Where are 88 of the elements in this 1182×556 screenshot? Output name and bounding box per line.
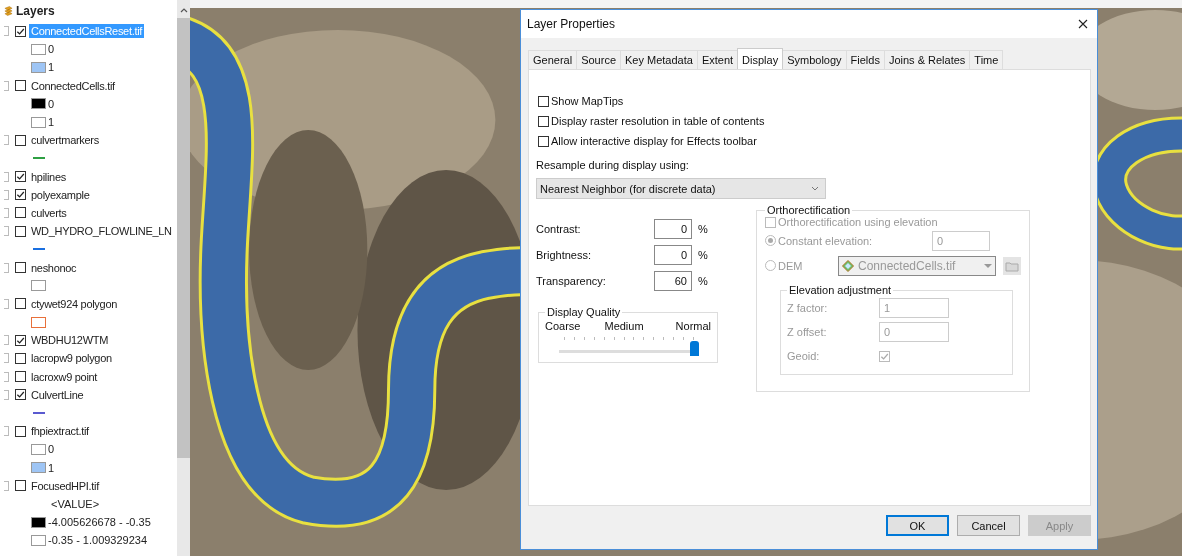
field-label: Geoid:: [787, 350, 821, 362]
percent-field[interactable]: 60: [654, 271, 692, 291]
window-title: Layer Properties: [527, 17, 616, 31]
layer-checkbox[interactable]: [15, 352, 26, 364]
layer-checkbox[interactable]: [15, 334, 26, 346]
panel-title: Layers: [16, 4, 55, 18]
layer-checkbox[interactable]: [15, 171, 26, 183]
option-checkbox[interactable]: [538, 115, 549, 127]
dialog-button[interactable]: Cancel: [957, 515, 1020, 536]
unit-label: %: [698, 249, 708, 261]
resample-label: Resample during display using:: [536, 159, 690, 171]
geoid-checkbox[interactable]: [879, 350, 890, 362]
group-title: Elevation adjustment: [788, 284, 893, 296]
layer-checkbox[interactable]: [15, 389, 26, 401]
layer-name[interactable]: lacroxw9 point: [29, 369, 100, 384]
field-label: Z offset:: [787, 326, 828, 338]
quality-label: Coarse: [545, 320, 581, 332]
close-icon[interactable]: [1078, 19, 1088, 29]
option-label: Allow interactive display for Effects toolbar: [551, 135, 757, 147]
layer-name[interactable]: ConnectedCells.tif: [29, 78, 117, 93]
radio-label: Constant elevation:: [778, 234, 874, 247]
scrollbar[interactable]: [177, 0, 190, 556]
layer-name[interactable]: WBDHU12WTM: [29, 333, 111, 348]
legend-label: 1: [48, 116, 55, 129]
quality-slider[interactable]: [559, 341, 700, 356]
layer-checkbox[interactable]: [15, 225, 26, 237]
slider-thumb[interactable]: [690, 341, 700, 356]
tab[interactable]: General: [528, 50, 578, 69]
percent-field[interactable]: 0: [654, 219, 692, 239]
layer-checkbox[interactable]: [15, 25, 26, 37]
legend-label: 0: [48, 43, 55, 56]
raster-icon: [842, 259, 854, 272]
option-checkbox[interactable]: [538, 135, 549, 147]
tab[interactable]: Key Metadata: [620, 50, 698, 69]
tab[interactable]: Display: [737, 48, 784, 69]
tab[interactable]: Time: [969, 50, 1004, 69]
quality-label: Medium: [604, 320, 644, 332]
quality-label: Normal: [675, 320, 712, 332]
layer-name[interactable]: ctywet924 polygon: [29, 296, 119, 311]
adjustment-label: Transparency:: [536, 275, 607, 287]
layer-checkbox[interactable]: [15, 480, 26, 492]
group-title: Display Quality: [546, 306, 622, 318]
scroll-up-icon[interactable]: [179, 8, 188, 13]
legend-label: 1: [48, 61, 55, 74]
layer-name[interactable]: culvertmarkers: [29, 133, 101, 148]
group-title: Orthorectification: [766, 204, 852, 216]
layer-checkbox[interactable]: [15, 262, 26, 274]
layer-checkbox[interactable]: [15, 425, 26, 437]
radio-label: DEM: [778, 259, 804, 272]
field-label: Z factor:: [787, 302, 829, 314]
layer-checkbox[interactable]: [15, 134, 26, 146]
legend-label: 1: [48, 461, 55, 474]
chevron-down-icon: [811, 186, 819, 191]
legend-heading: <VALUE>: [50, 497, 100, 510]
layer-checkbox[interactable]: [15, 207, 26, 219]
layer-name[interactable]: hpilines: [29, 169, 68, 184]
layer-checkbox[interactable]: [15, 298, 26, 310]
option-label: Display raster resolution in table of contents: [551, 115, 765, 127]
layer-name[interactable]: neshonoc: [29, 260, 79, 275]
layer-name[interactable]: FocusedHPI.tif: [29, 478, 101, 493]
unit-label: %: [698, 223, 708, 235]
dropdown-arrow-icon: [984, 263, 992, 268]
percent-field[interactable]: 0: [654, 245, 692, 265]
legend-label: 0: [48, 443, 55, 456]
legend-label: 0: [48, 97, 55, 110]
option-checkbox[interactable]: [538, 95, 549, 107]
resample-dropdown[interactable]: Nearest Neighbor (for discrete data): [536, 178, 826, 199]
layer-checkbox[interactable]: [15, 371, 26, 383]
option-label: Orthorectification using elevation: [778, 216, 938, 228]
layer-name[interactable]: lacropw9 polygon: [29, 351, 114, 366]
layer-name[interactable]: CulvertLine: [29, 387, 86, 402]
adjustment-label: Contrast:: [536, 223, 582, 235]
layers-icon: [4, 5, 13, 17]
folder-icon: [1005, 259, 1019, 272]
layer-name[interactable]: polyexample: [29, 187, 92, 202]
layer-name[interactable]: fhpiextract.tif: [29, 424, 91, 439]
scrollbar-thumb[interactable]: [177, 18, 190, 458]
unit-label: %: [698, 275, 708, 287]
layer-checkbox[interactable]: [15, 80, 26, 92]
layer-name[interactable]: WD_HYDRO_FLOWLINE_LN: [29, 224, 174, 239]
option-label: Show MapTips: [551, 95, 624, 107]
adjustment-label: Brightness:: [536, 249, 593, 261]
layer-name[interactable]: culverts: [29, 205, 69, 220]
tab[interactable]: Symbology: [782, 50, 847, 69]
dialog-button[interactable]: OK: [886, 515, 949, 536]
layer-checkbox[interactable]: [15, 189, 26, 201]
legend-label: -0.35 - 1.009329234: [48, 534, 148, 547]
legend-label: -4.005626678 - -0.35: [48, 516, 151, 529]
